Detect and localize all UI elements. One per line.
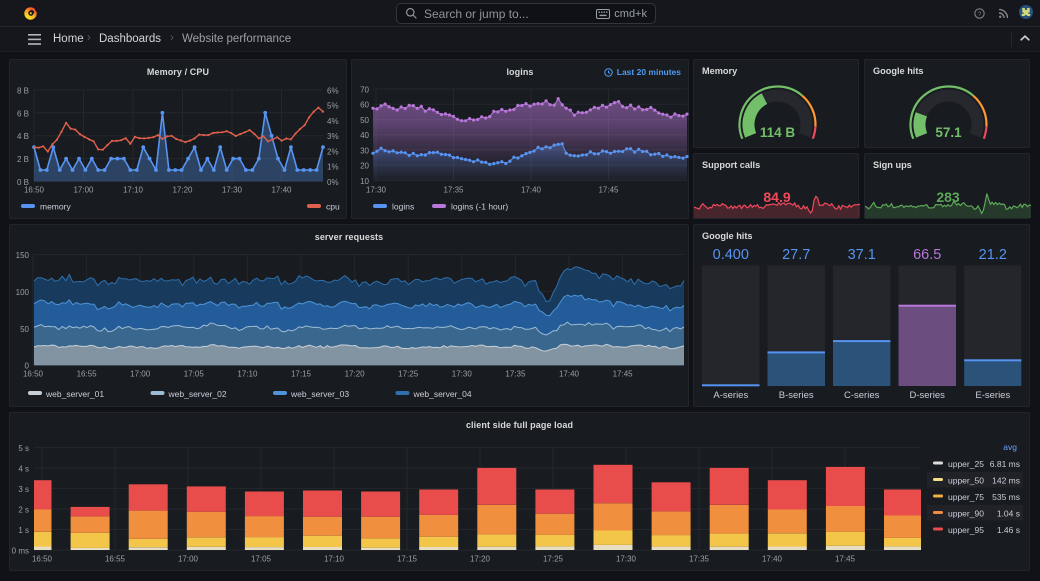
svg-text:30: 30 [360,146,369,155]
svg-text:4%: 4% [327,117,339,126]
svg-text:17:45: 17:45 [835,555,856,564]
svg-text:6%: 6% [327,87,339,96]
svg-text:17:40: 17:40 [559,370,580,379]
svg-text:17:15: 17:15 [291,370,312,379]
svg-text:17:10: 17:10 [123,186,144,195]
svg-text:D-series: D-series [910,390,946,401]
svg-text:web_server_01: web_server_01 [45,389,104,399]
svg-text:0%: 0% [327,178,339,187]
svg-text:3%: 3% [327,132,339,141]
svg-text:upper_90: upper_90 [948,509,984,519]
svg-text:1 s: 1 s [18,526,29,535]
svg-text:6 B: 6 B [17,109,29,118]
svg-text:17:35: 17:35 [689,555,710,564]
svg-text:17:10: 17:10 [237,370,258,379]
svg-text:17:30: 17:30 [222,186,243,195]
svg-text:memory: memory [40,202,71,212]
svg-text:57.1: 57.1 [935,125,962,140]
svg-text:E-series: E-series [975,390,1010,401]
svg-text:20: 20 [360,162,369,171]
svg-text:27.7: 27.7 [782,247,810,263]
svg-text:C-series: C-series [844,390,880,401]
svg-text:60: 60 [360,101,369,110]
svg-text:A-series: A-series [713,390,748,401]
svg-text:6.81 ms: 6.81 ms [990,459,1020,469]
svg-text:17:00: 17:00 [73,186,94,195]
svg-text:16:50: 16:50 [24,186,45,195]
svg-text:17:05: 17:05 [184,370,205,379]
svg-text:3 s: 3 s [18,485,29,494]
svg-text:17:15: 17:15 [397,555,418,564]
svg-text:17:25: 17:25 [398,370,419,379]
svg-text:17:30: 17:30 [452,370,473,379]
svg-text:100: 100 [16,288,30,297]
svg-text:17:35: 17:35 [443,186,464,195]
svg-text:40: 40 [360,131,369,140]
svg-text:2%: 2% [327,147,339,156]
svg-text:16:50: 16:50 [32,555,53,564]
svg-text:283: 283 [936,189,960,205]
svg-text:1%: 1% [327,163,339,172]
svg-text:17:05: 17:05 [251,555,272,564]
svg-text:535 ms: 535 ms [992,492,1020,502]
svg-text:142 ms: 142 ms [992,476,1020,486]
svg-text:17:45: 17:45 [613,370,634,379]
svg-text:2 s: 2 s [18,506,29,515]
svg-text:4 B: 4 B [17,132,29,141]
svg-text:?: ? [978,11,982,18]
svg-text:2 B: 2 B [17,155,29,164]
svg-text:logins: logins [392,202,414,212]
svg-text:114 B: 114 B [760,125,796,140]
svg-text:16:50: 16:50 [23,370,44,379]
svg-text:17:30: 17:30 [366,186,387,195]
svg-text:5 s: 5 s [18,444,29,453]
svg-text:web_server_04: web_server_04 [413,389,472,399]
svg-text:84.9: 84.9 [763,189,790,205]
svg-text:0.400: 0.400 [713,247,749,263]
svg-text:web_server_02: web_server_02 [168,389,227,399]
svg-text:0 ms: 0 ms [12,547,29,556]
svg-text:4 s: 4 s [18,464,29,473]
svg-text:17:40: 17:40 [521,186,542,195]
svg-text:logins (-1 hour): logins (-1 hour) [451,202,508,212]
svg-text:upper_25: upper_25 [948,459,984,469]
svg-text:17:10: 17:10 [324,555,345,564]
svg-text:17:20: 17:20 [470,555,491,564]
svg-text:50: 50 [20,325,29,334]
svg-text:upper_75: upper_75 [948,492,984,502]
svg-text:1.04 s: 1.04 s [997,509,1020,519]
svg-text:5%: 5% [327,102,339,111]
svg-text:17:40: 17:40 [762,555,783,564]
svg-text:1.46 s: 1.46 s [997,525,1020,535]
svg-text:web_server_03: web_server_03 [290,389,349,399]
svg-text:66.5: 66.5 [913,247,941,263]
svg-text:avg: avg [1003,442,1017,452]
svg-text:17:35: 17:35 [505,370,526,379]
svg-text:17:45: 17:45 [598,186,619,195]
svg-text:150: 150 [16,251,30,260]
svg-text:50: 50 [360,116,369,125]
svg-text:17:20: 17:20 [345,370,366,379]
svg-text:17:40: 17:40 [271,186,292,195]
svg-text:37.1: 37.1 [848,247,876,263]
svg-text:8 B: 8 B [17,87,29,96]
svg-text:16:55: 16:55 [105,555,126,564]
svg-text:B-series: B-series [779,390,814,401]
svg-text:21.2: 21.2 [979,247,1007,263]
svg-text:17:00: 17:00 [130,370,151,379]
svg-text:16:55: 16:55 [77,370,98,379]
svg-text:upper_95: upper_95 [948,525,984,535]
svg-text:17:00: 17:00 [178,555,199,564]
svg-text:17:30: 17:30 [616,555,637,564]
svg-text:70: 70 [360,86,369,95]
svg-text:17:20: 17:20 [172,186,193,195]
svg-text:17:25: 17:25 [543,555,564,564]
svg-text:cpu: cpu [326,202,340,212]
svg-text:upper_50: upper_50 [948,476,984,486]
